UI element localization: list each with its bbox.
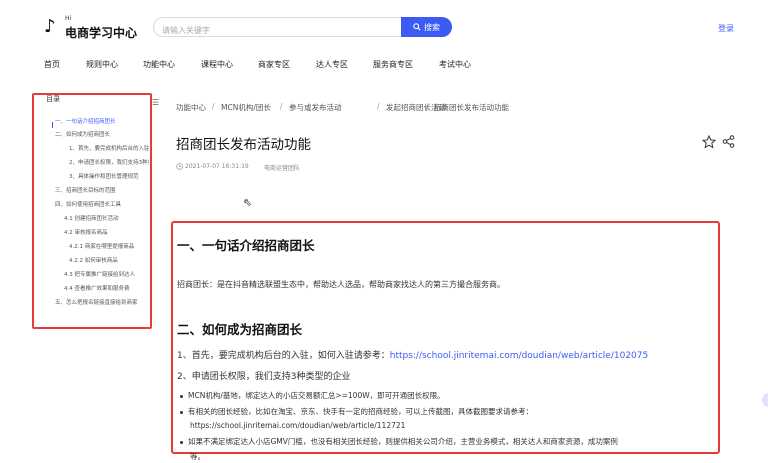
breadcrumb-separator: / xyxy=(377,102,380,111)
breadcrumb-item[interactable]: 参与或发布活动 xyxy=(289,102,342,113)
page-title: 招商团长发布活动功能 xyxy=(176,137,311,153)
toc-item[interactable]: 2、申请团长权限，我们支持3种类型 xyxy=(69,158,149,166)
list-item: MCN机构/基地，绑定达人的小店交易额汇总>=100W，即可开通团长权限。 xyxy=(180,390,445,401)
toc-collapse-icon[interactable]: ☰ xyxy=(152,98,159,107)
toc-item[interactable]: 三、招商团长目标的范围 xyxy=(55,186,147,194)
toc-item[interactable]: 五、怎么把报名链接直接给到商家 xyxy=(55,298,147,306)
author-name: 电商运营团队 xyxy=(264,165,301,172)
toc-item[interactable]: 4.1 创建招商团长活动 xyxy=(64,214,149,222)
toc-item[interactable]: 4.4 查看推广效果和服务费 xyxy=(64,284,149,292)
list-item-text: MCN机构/基地，绑定达人的小店交易额汇总>=100W，即可开通团长权限。 xyxy=(188,391,445,400)
clock-icon xyxy=(176,163,183,170)
search-icon xyxy=(413,23,421,31)
list-item-continuation: 等。 xyxy=(190,452,205,461)
toc-item[interactable]: 4.2.2 如何审核商品 xyxy=(69,256,149,264)
breadcrumb-current: 招商团长发布活动功能 xyxy=(434,103,509,112)
search-button[interactable]: 搜索 xyxy=(401,17,452,37)
article-link[interactable]: https://school.jinritemai.com/doudian/we… xyxy=(190,421,405,430)
toc-item[interactable]: 二、如何成为招商团长 xyxy=(55,130,147,138)
section-heading: 一、一句话介绍招商团长 xyxy=(177,238,315,253)
list-item-text: 如果不满足绑定达人小店GMV门槛，也没有相关团长经验，则提供相关公司介绍，主营业… xyxy=(188,437,618,446)
breadcrumb-item[interactable]: MCN机构/团长 xyxy=(221,102,271,113)
list-item: 如果不满足绑定达人小店GMV门槛，也没有相关团长经验，则提供相关公司介绍，主营业… xyxy=(180,436,718,447)
toc-item[interactable]: 1、首先，要完成机构后台的入驻 xyxy=(69,144,149,152)
list-item: 有相关的团长经验，比如在淘宝、京东、快手有一定的招商经验，可以上传截图，具体截图… xyxy=(180,406,533,417)
nav-item-merchants[interactable]: 商家专区 xyxy=(258,59,290,70)
toc-title: 目录 xyxy=(46,95,60,103)
search-box xyxy=(153,17,401,40)
step-1-text: 1、首先，要完成机构后台的入驻，如何入驻请参考： xyxy=(177,351,390,361)
toc-item[interactable]: 3、具体操作和团长管理规范 xyxy=(69,172,149,180)
breadcrumb-separator: / xyxy=(212,102,215,111)
tiktok-logo-icon: ♪ xyxy=(44,16,56,37)
share-icon[interactable] xyxy=(722,135,735,148)
mouse-cursor-icon: ⇖ xyxy=(243,196,253,209)
search-input[interactable] xyxy=(162,21,392,40)
toc-item[interactable]: 4.2 审核报名商品 xyxy=(64,228,149,236)
star-icon[interactable] xyxy=(702,135,716,149)
step-1-link[interactable]: https://school.jinritemai.com/doudian/we… xyxy=(390,351,649,361)
login-link[interactable]: 登录 xyxy=(718,23,734,34)
toc-active-indicator xyxy=(52,122,53,128)
nav-item-rules[interactable]: 规则中心 xyxy=(86,59,118,70)
toc-item[interactable]: 4.2.1 商家在哪里提报商品 xyxy=(69,242,149,250)
step-1: 1、首先，要完成机构后台的入驻，如何入驻请参考：https://school.j… xyxy=(177,348,648,361)
publish-date: 2021-07-07 16:31:19 xyxy=(185,163,249,170)
nav-item-exams[interactable]: 考试中心 xyxy=(439,59,471,70)
logo-small-text: Hi xyxy=(65,15,72,22)
breadcrumb-item[interactable]: 功能中心 xyxy=(176,102,206,113)
floating-help-button[interactable] xyxy=(762,393,768,407)
step-2: 2、申请团长权限，我们支持3种类型的企业 xyxy=(177,372,351,382)
section-heading: 二、如何成为招商团长 xyxy=(177,322,303,337)
site-logo-text[interactable]: 电商学习中心 xyxy=(65,24,137,41)
toc-item[interactable]: 4.3 把专属推广链接给到达人 xyxy=(64,270,149,278)
nav-item-service-providers[interactable]: 服务商专区 xyxy=(373,59,413,70)
search-button-label: 搜索 xyxy=(424,22,440,32)
nav-item-features[interactable]: 功能中心 xyxy=(143,59,175,70)
nav-item-home[interactable]: 首页 xyxy=(44,59,60,70)
nav-item-creators[interactable]: 达人专区 xyxy=(316,59,348,70)
toc-item[interactable]: 四、如何使用招商团长工具 xyxy=(55,200,147,208)
toc-item[interactable]: 一、一句话介绍招商团长 xyxy=(55,117,147,125)
list-item-text: 有相关的团长经验，比如在淘宝、京东、快手有一定的招商经验，可以上传截图，具体截图… xyxy=(188,407,533,416)
breadcrumb-separator: / xyxy=(426,102,429,111)
toc-highlight-box xyxy=(32,93,152,329)
breadcrumb-separator: / xyxy=(280,102,283,111)
nav-item-courses[interactable]: 课程中心 xyxy=(201,59,233,70)
paragraph: 招商团长：是在抖音精选联盟生态中，帮助达人选品，帮助商家找达人的第三方撮合服务商… xyxy=(177,280,505,289)
